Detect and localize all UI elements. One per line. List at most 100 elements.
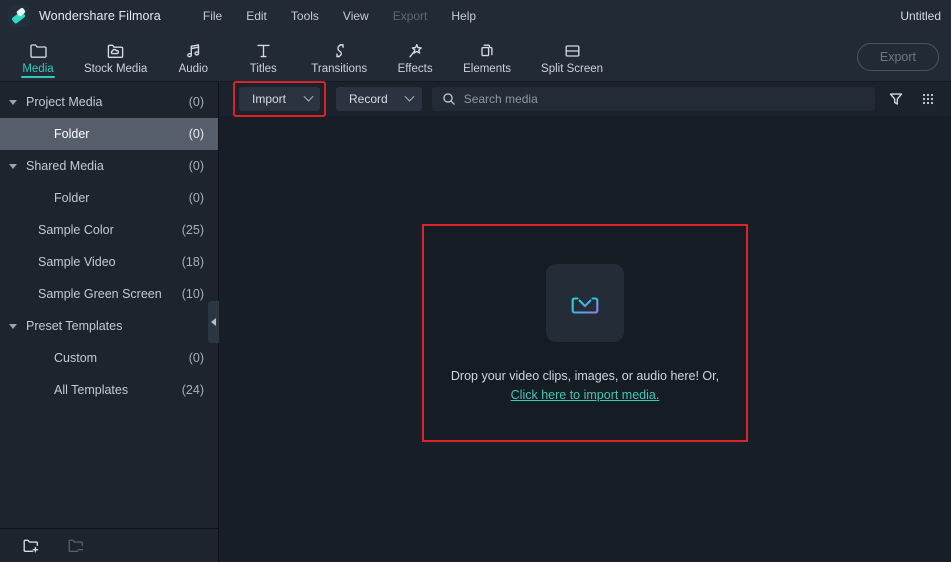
menu-export: Export — [392, 9, 428, 23]
search-media-field[interactable] — [431, 87, 875, 111]
menu-tools[interactable]: Tools — [279, 5, 331, 27]
text-t-icon — [254, 38, 273, 59]
sidebar-collapse-button[interactable] — [208, 301, 219, 343]
tab-elements[interactable]: Elements — [457, 32, 517, 82]
sidebar-item-label: Folder — [54, 191, 90, 205]
record-button-label: Record — [349, 92, 388, 106]
import-button[interactable]: Import — [239, 87, 321, 111]
filter-funnel-icon[interactable] — [885, 91, 907, 107]
stacked-shapes-icon — [478, 38, 497, 59]
folder-add-icon[interactable] — [22, 537, 41, 554]
sidebar-item-label: All Templates — [54, 383, 129, 397]
menu-file[interactable]: File — [191, 5, 234, 27]
caret-down-icon[interactable] — [0, 99, 26, 105]
sidebar-item-count: (25) — [181, 223, 204, 237]
sidebar-item-label: Project Media — [26, 95, 103, 109]
sidebar-item-shared-folder[interactable]: Folder (0) — [0, 182, 218, 214]
active-tab-underline — [21, 75, 55, 78]
tab-media[interactable]: Media — [12, 32, 64, 82]
menu-help[interactable]: Help — [439, 5, 488, 27]
sidebar-item-sample-video[interactable]: Sample Video (18) — [0, 246, 218, 278]
sidebar-item-preset-templates[interactable]: Preset Templates — [0, 310, 218, 342]
sidebar-item-label: Shared Media — [26, 159, 104, 173]
filmora-window: Wondershare Filmora File Edit Tools View… — [0, 0, 951, 562]
sidebar-item-count: (18) — [181, 255, 204, 269]
export-button[interactable]: Export — [856, 42, 939, 71]
music-note-icon — [184, 38, 203, 59]
tab-label: Effects — [397, 63, 433, 75]
sidebar-item-all-templates[interactable]: All Templates (24) — [0, 374, 218, 406]
split-screen-icon — [563, 38, 582, 59]
record-button[interactable]: Record — [336, 87, 422, 111]
media-dropzone[interactable]: Drop your video clips, images, or audio … — [422, 224, 748, 442]
sidebar-item-label: Sample Green Screen — [38, 287, 162, 301]
sidebar-item-shared-media[interactable]: Shared Media (0) — [0, 150, 218, 182]
tab-label: Split Screen — [541, 63, 604, 75]
sidebar-item-project-media[interactable]: Project Media (0) — [0, 86, 218, 118]
tab-effects[interactable]: Effects — [389, 32, 441, 82]
sidebar-item-label: Sample Color — [38, 223, 114, 237]
sidebar-item-count: (24) — [181, 383, 204, 397]
chevron-down-icon — [303, 91, 313, 102]
tab-transitions[interactable]: Transitions — [305, 32, 373, 82]
transition-arrow-icon — [330, 38, 349, 59]
ribbon-tab-strip: Media Stock Media Audio Titles Transitio… — [0, 32, 951, 82]
sidebar-item-label: Custom — [54, 351, 98, 365]
title-bar-right: Untitled — [900, 0, 941, 32]
folder-remove-icon[interactable] — [67, 537, 86, 554]
import-icon-tile[interactable] — [546, 264, 624, 342]
project-title: Untitled — [900, 9, 941, 23]
import-highlight-box: Import — [233, 81, 327, 117]
tab-label: Transitions — [311, 63, 368, 75]
tab-titles[interactable]: Titles — [237, 32, 289, 82]
sidebar-item-count: (10) — [181, 287, 204, 301]
tab-audio[interactable]: Audio — [167, 32, 219, 82]
sidebar-item-count: (0) — [188, 95, 204, 109]
tab-split-screen[interactable]: Split Screen — [535, 32, 609, 82]
media-library-sidebar: Project Media (0) Folder (0) Shared Medi… — [0, 82, 219, 562]
title-bar: Wondershare Filmora File Edit Tools View… — [0, 0, 951, 32]
media-content-area: Drop your video clips, images, or audio … — [219, 116, 951, 562]
tab-label: Elements — [463, 63, 512, 75]
media-toolbar: Import Record — [219, 81, 951, 117]
import-download-icon — [564, 282, 606, 324]
main-body: Project Media (0) Folder (0) Shared Medi… — [0, 81, 951, 562]
sidebar-item-label: Preset Templates — [26, 319, 123, 333]
sidebar-item-sample-color[interactable]: Sample Color (25) — [0, 214, 218, 246]
sidebar-item-count: (0) — [188, 127, 204, 141]
sidebar-item-label: Folder — [54, 127, 90, 141]
collapse-left-icon — [211, 318, 216, 326]
menu-edit[interactable]: Edit — [234, 5, 279, 27]
menu-bar: File Edit Tools View Export Help — [191, 5, 488, 27]
sidebar-footer — [0, 528, 218, 562]
menu-view[interactable]: View — [331, 5, 381, 27]
tab-stock-media[interactable]: Stock Media — [78, 32, 153, 82]
import-button-label: Import — [252, 92, 287, 106]
sidebar-item-count: (0) — [188, 159, 204, 173]
sidebar-item-custom[interactable]: Custom (0) — [0, 342, 218, 374]
sidebar-item-project-folder[interactable]: Folder (0) — [0, 118, 218, 150]
caret-down-icon[interactable] — [0, 163, 26, 169]
import-media-link[interactable]: Click here to import media. — [511, 388, 660, 402]
sidebar-item-label: Sample Video — [38, 255, 116, 269]
tab-label: Media — [22, 63, 54, 75]
search-input[interactable] — [463, 92, 865, 106]
sidebar-item-sample-green-screen[interactable]: Sample Green Screen (10) — [0, 278, 218, 310]
grid-view-icon[interactable] — [917, 91, 939, 107]
folder-icon — [29, 38, 48, 59]
import-dropdown-button[interactable] — [296, 91, 320, 103]
cloud-folder-icon — [106, 38, 125, 59]
record-dropdown-button[interactable] — [398, 91, 422, 103]
tab-label: Audio — [178, 63, 208, 75]
sidebar-item-count: (0) — [188, 191, 204, 205]
filmora-logo-icon — [8, 5, 30, 27]
tab-label: Titles — [249, 63, 277, 75]
media-panel: Import Record Search media Drop your vid… — [219, 81, 951, 562]
tab-label: Stock Media — [84, 63, 148, 75]
dropzone-instruction: Drop your video clips, images, or audio … — [450, 369, 720, 383]
sparkle-star-icon — [406, 38, 425, 59]
media-tree: Project Media (0) Folder (0) Shared Medi… — [0, 82, 218, 528]
chevron-down-icon — [404, 91, 415, 102]
sidebar-item-count: (0) — [188, 351, 204, 365]
caret-down-icon[interactable] — [0, 323, 26, 329]
